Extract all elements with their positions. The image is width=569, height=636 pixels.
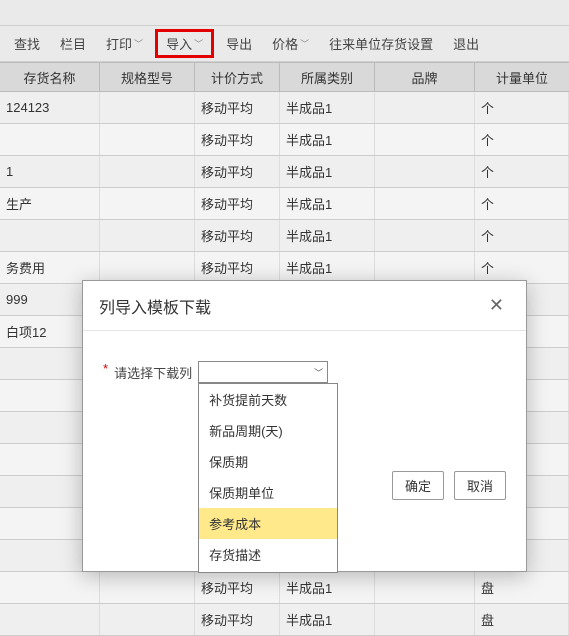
ok-button[interactable]: 确定 <box>392 471 444 500</box>
cell-brand <box>375 156 475 187</box>
cell-category: 半成品1 <box>280 156 375 187</box>
dropdown-option[interactable]: 存货描述 <box>199 539 337 570</box>
cell-costing: 移动平均 <box>195 124 280 155</box>
cell-category: 半成品1 <box>280 92 375 123</box>
chevron-down-icon: ﹀ <box>194 37 203 50</box>
table-row[interactable]: 移动平均半成品1 个 <box>0 220 569 252</box>
cell-category: 半成品1 <box>280 252 375 283</box>
cell-category: 半成品1 <box>280 124 375 155</box>
modal-buttons: 确定 取消 <box>392 361 506 500</box>
export-button[interactable]: 导出 <box>216 28 262 59</box>
required-mark: * <box>103 361 108 376</box>
price-button[interactable]: 价格﹀ <box>262 28 319 59</box>
modal-header: 列导入模板下载 ✕ <box>83 281 526 331</box>
modal-title: 列导入模板下载 <box>99 294 211 318</box>
table-row[interactable]: 1 移动平均半成品1 个 <box>0 156 569 188</box>
exit-button[interactable]: 退出 <box>443 28 489 59</box>
cell-name <box>0 220 100 251</box>
cell-costing: 移动平均 <box>195 604 280 635</box>
cell-category: 半成品1 <box>280 220 375 251</box>
cell-spec <box>100 572 195 603</box>
table-header: 存货名称 规格型号 计价方式 所属类别 品牌 计量单位 <box>0 62 569 92</box>
import-button[interactable]: 导入﹀ <box>155 29 214 58</box>
close-icon[interactable]: ✕ <box>483 293 510 318</box>
cell-costing: 移动平均 <box>195 572 280 603</box>
chevron-down-icon: ﹀ <box>300 37 309 50</box>
cell-unit: 个 <box>475 252 569 283</box>
col-category[interactable]: 所属类别 <box>280 63 375 91</box>
cell-category: 半成品1 <box>280 572 375 603</box>
col-spec[interactable]: 规格型号 <box>100 63 195 91</box>
col-brand[interactable]: 品牌 <box>375 63 475 91</box>
cell-unit: 个 <box>475 92 569 123</box>
cell-unit: 个 <box>475 188 569 219</box>
cell-name: 务费用 <box>0 252 100 283</box>
cell-unit: 盘 <box>475 572 569 603</box>
dropdown-option[interactable]: 参考成本 <box>199 508 337 539</box>
cell-costing: 移动平均 <box>195 252 280 283</box>
cell-costing: 移动平均 <box>195 220 280 251</box>
select-label: 请选择下载列 <box>114 361 192 382</box>
cell-spec <box>100 188 195 219</box>
cell-spec <box>100 252 195 283</box>
toolbar: 查找 栏目 打印﹀ 导入﹀ 导出 价格﹀ 往来单位存货设置 退出 <box>0 26 569 62</box>
cell-unit: 盘 <box>475 604 569 635</box>
cell-category: 半成品1 <box>280 188 375 219</box>
cell-brand <box>375 188 475 219</box>
cell-spec <box>100 92 195 123</box>
col-name[interactable]: 存货名称 <box>0 63 100 91</box>
col-costing[interactable]: 计价方式 <box>195 63 280 91</box>
dropdown-option[interactable]: 补货提前天数 <box>199 384 337 415</box>
cell-brand <box>375 124 475 155</box>
table-row[interactable]: 生产 移动平均半成品1 个 <box>0 188 569 220</box>
select-dropdown[interactable]: 补货提前天数新品周期(天)保质期保质期单位参考成本存货描述猜一猜 <box>198 383 338 573</box>
chevron-down-icon: ﹀ <box>314 366 323 379</box>
cell-costing: 移动平均 <box>195 188 280 219</box>
window-titlebar <box>0 0 569 26</box>
vendor-settings-button[interactable]: 往来单位存货设置 <box>319 28 443 59</box>
table-row[interactable]: 移动平均半成品1 盘 <box>0 604 569 636</box>
column-select[interactable]: ﹀ 补货提前天数新品周期(天)保质期保质期单位参考成本存货描述猜一猜 <box>198 361 328 383</box>
cell-spec <box>100 124 195 155</box>
dropdown-option[interactable]: 保质期 <box>199 446 337 477</box>
cell-name: 124123 <box>0 92 100 123</box>
columns-button[interactable]: 栏目 <box>50 28 96 59</box>
chevron-down-icon: ﹀ <box>134 37 143 50</box>
import-template-modal: 列导入模板下载 ✕ * 请选择下载列 ﹀ 补货提前天数新品周期(天)保质期保质期… <box>82 280 527 572</box>
cell-spec <box>100 156 195 187</box>
cell-costing: 移动平均 <box>195 156 280 187</box>
modal-body: * 请选择下载列 ﹀ 补货提前天数新品周期(天)保质期保质期单位参考成本存货描述… <box>83 331 526 571</box>
table-row[interactable]: 移动平均半成品1 个 <box>0 124 569 156</box>
cell-brand <box>375 220 475 251</box>
select-box[interactable]: ﹀ <box>198 361 328 383</box>
cell-brand <box>375 572 475 603</box>
find-button[interactable]: 查找 <box>4 28 50 59</box>
dropdown-option[interactable]: 保质期单位 <box>199 477 337 508</box>
cell-unit: 个 <box>475 124 569 155</box>
dropdown-option[interactable]: 猜一猜 <box>199 570 337 573</box>
cancel-button[interactable]: 取消 <box>454 471 506 500</box>
cell-brand <box>375 92 475 123</box>
cell-name <box>0 572 100 603</box>
dropdown-option[interactable]: 新品周期(天) <box>199 415 337 446</box>
form-row: * 请选择下载列 ﹀ 补货提前天数新品周期(天)保质期保质期单位参考成本存货描述… <box>103 361 328 383</box>
cell-spec <box>100 604 195 635</box>
cell-name <box>0 124 100 155</box>
table-row[interactable]: 124123 移动平均半成品1 个 <box>0 92 569 124</box>
print-button[interactable]: 打印﹀ <box>96 28 153 59</box>
cell-category: 半成品1 <box>280 604 375 635</box>
cell-unit: 个 <box>475 156 569 187</box>
cell-spec <box>100 220 195 251</box>
cell-name: 生产 <box>0 188 100 219</box>
col-unit[interactable]: 计量单位 <box>475 63 569 91</box>
cell-costing: 移动平均 <box>195 92 280 123</box>
cell-name: 1 <box>0 156 100 187</box>
cell-brand <box>375 252 475 283</box>
cell-brand <box>375 604 475 635</box>
cell-name <box>0 604 100 635</box>
table-row[interactable]: 移动平均半成品1 盘 <box>0 572 569 604</box>
cell-unit: 个 <box>475 220 569 251</box>
